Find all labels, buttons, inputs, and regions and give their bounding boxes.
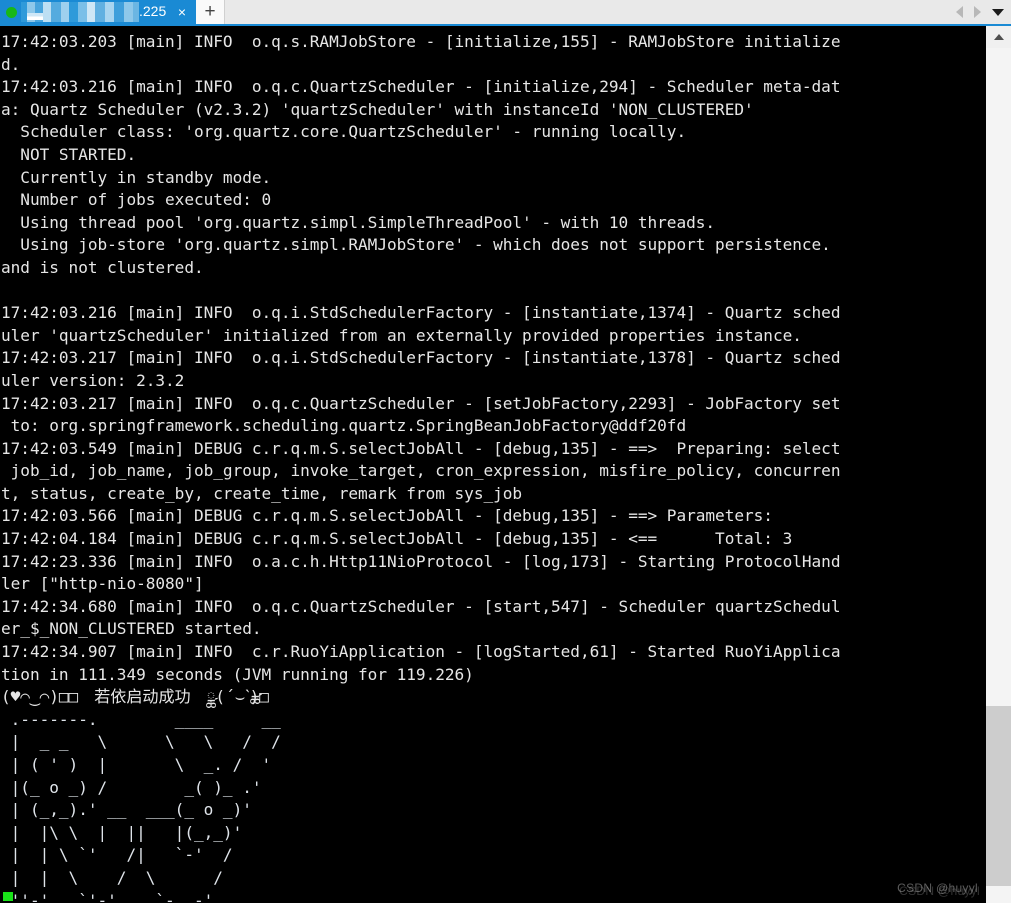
terminal-line: uler version: 2.3.2 <box>1 370 185 390</box>
terminal-line: tion in 111.349 seconds (JVM running for… <box>1 664 474 684</box>
terminal-line: Scheduler class: 'org.quartz.core.Quartz… <box>1 122 687 142</box>
terminal-line: uler 'quartzScheduler' initialized from … <box>1 325 802 345</box>
terminal-tab-active[interactable]: .225 .225 × <box>0 0 196 24</box>
terminal-line: er_$_NON_CLUSTERED started. <box>1 619 262 639</box>
terminal-line: 17:42:03.217 [main] INFO o.q.c.QuartzSch… <box>1 393 841 413</box>
terminal-line: | (_,_).' __ ___(_ o _)' <box>1 800 252 820</box>
terminal-line: 17:42:03.217 [main] INFO o.q.i.StdSchedu… <box>1 348 841 368</box>
tab-title-area: .225 .225 <box>21 0 172 24</box>
terminal-line: Using job-store 'org.quartz.simpl.RAMJob… <box>1 235 831 255</box>
chevron-up-icon <box>993 34 1004 40</box>
terminal-scrollbar[interactable] <box>983 26 1011 903</box>
terminal-line: 17:42:03.566 [main] DEBUG c.r.q.m.S.sele… <box>1 506 773 526</box>
tab-bar: .225 .225 × + <box>0 0 1011 26</box>
terminal-line: 17:42:04.184 [main] DEBUG c.r.q.m.S.sele… <box>1 529 793 549</box>
close-icon[interactable]: × <box>172 1 192 23</box>
terminal-line: (♥⌒‿⌒)□□ 若依启动成功 ྪ(´⌣`ྪ)□ <box>1 687 269 707</box>
terminal-line: NOT STARTED. <box>1 144 137 164</box>
terminal-cursor <box>3 892 13 901</box>
terminal-line: Currently in standby mode. <box>1 167 272 187</box>
terminal-line: 17:42:23.336 [main] INFO o.a.c.h.Http11N… <box>1 551 841 571</box>
scrollbar-track[interactable] <box>986 48 1011 903</box>
terminal-line: job_id, job_name, job_group, invoke_targ… <box>1 461 841 481</box>
terminal-line: | | \ `' /| `-' / <box>1 845 233 865</box>
terminal-line: | ( ' ) | \ _. / ' <box>1 755 272 774</box>
chevron-down-icon[interactable] <box>992 8 1004 16</box>
terminal-line: 17:42:34.907 [main] INFO c.r.RuoYiApplic… <box>1 642 841 662</box>
terminal-line: 17:42:03.549 [main] DEBUG c.r.q.m.S.sele… <box>1 438 841 458</box>
terminal-line: d. <box>1 54 21 74</box>
terminal-line: | |\ \ | || |(_,_)' <box>1 822 243 842</box>
terminal-line: 17:42:03.216 [main] INFO o.q.i.StdSchedu… <box>1 303 841 323</box>
terminal-output[interactable]: 17:42:03.203 [main] INFO o.q.s.RAMJobSto… <box>0 26 983 903</box>
terminal-area: 17:42:03.203 [main] INFO o.q.s.RAMJobSto… <box>0 26 1011 903</box>
terminal-line: | | \ / \ / <box>1 867 223 887</box>
terminal-line: ''-' `'-' `-..-' <box>1 890 214 903</box>
arrow-right-icon[interactable] <box>974 6 981 18</box>
terminal-line: 17:42:03.203 [main] INFO o.q.s.RAMJobSto… <box>1 32 841 51</box>
terminal-line: Number of jobs executed: 0 <box>1 190 272 210</box>
terminal-line: |(_ o _) / _( )_ .' <box>1 777 262 797</box>
terminal-line: to: org.springframework.scheduling.quart… <box>1 416 687 436</box>
terminal-line: 17:42:34.680 [main] INFO o.q.c.QuartzSch… <box>1 596 841 616</box>
terminal-line: .-------. ____ __ <box>1 709 281 729</box>
new-tab-button[interactable]: + <box>196 0 225 24</box>
terminal-line: t, status, create_by, create_time, remar… <box>1 483 523 503</box>
terminal-line: ler ["http-nio-8080"] <box>1 574 204 594</box>
tab-bar-nav-controls <box>956 0 1011 24</box>
terminal-line: Using thread pool 'org.quartz.simpl.Simp… <box>1 212 716 232</box>
redacted-hostname-mosaic <box>21 2 139 22</box>
terminal-window: .225 .225 × + 17:42:03.203 [main] INFO o… <box>0 0 1011 903</box>
tab-title-suffix: .225 <box>139 3 167 19</box>
tab-bar-filler <box>225 0 956 24</box>
terminal-line: a: Quartz Scheduler (v2.3.2) 'quartzSche… <box>1 99 754 119</box>
terminal-line: | _ _ \ \ \ / / <box>1 732 281 752</box>
arrow-left-icon[interactable] <box>956 6 963 18</box>
terminal-line: 17:42:03.216 [main] INFO o.q.c.QuartzSch… <box>1 77 841 97</box>
scroll-up-button[interactable] <box>986 26 1011 48</box>
connection-status-dot <box>6 6 17 18</box>
scrollbar-thumb[interactable] <box>986 706 1011 886</box>
terminal-line: and is not clustered. <box>1 257 204 277</box>
